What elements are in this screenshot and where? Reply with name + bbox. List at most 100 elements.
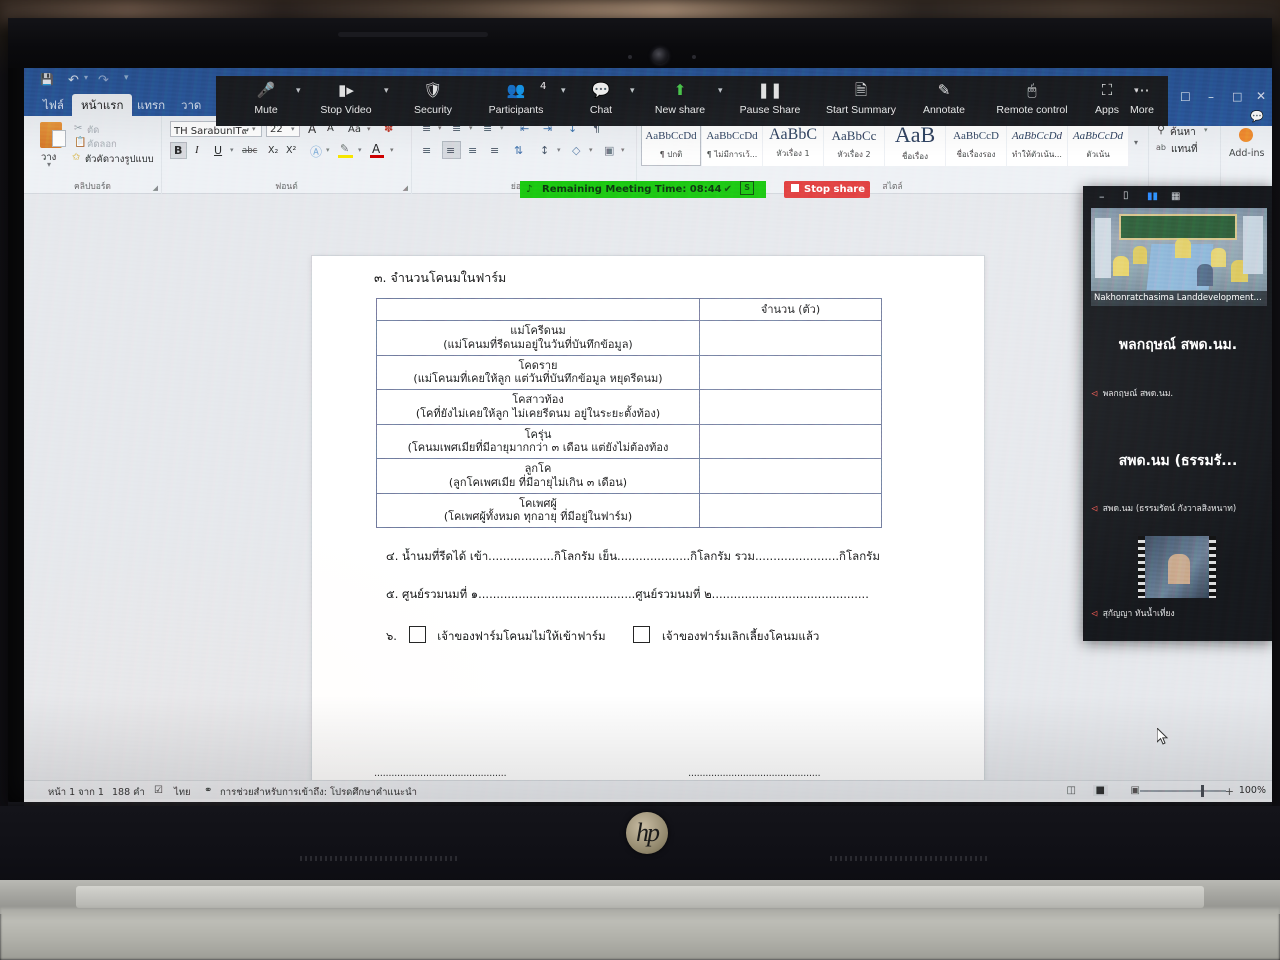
status-language[interactable]: ไทย xyxy=(174,785,191,800)
customize-qat-icon[interactable]: ▾ xyxy=(124,73,129,83)
speaker-view-icon[interactable]: ▮▮ xyxy=(1147,191,1158,202)
chevron-down-icon[interactable]: ▾ xyxy=(718,86,723,96)
record-badge[interactable]: S xyxy=(740,181,754,195)
read-mode-icon[interactable]: ◫ xyxy=(1067,785,1076,796)
addins-icon[interactable] xyxy=(1239,128,1253,142)
superscript-button[interactable]: X² xyxy=(286,145,296,156)
format-painter-label[interactable]: ตัวคัดวางรูปแบบ xyxy=(85,152,154,167)
zoom-annotate-button[interactable]: ✎ Annotate xyxy=(908,80,980,116)
row-value[interactable] xyxy=(699,389,882,425)
save-icon[interactable]: 💾 xyxy=(40,73,54,86)
align-left-icon[interactable]: ≡ xyxy=(422,144,431,157)
row-value[interactable] xyxy=(699,458,882,494)
status-page[interactable]: หน้า 1 จาก 1 xyxy=(48,785,104,800)
style-subtle-emphasis[interactable]: AaBbCcDd ทำให้ตัวเน้น... xyxy=(1007,120,1067,166)
text-effects-icon[interactable]: Ⓐ xyxy=(310,143,322,160)
replace-icon[interactable]: ab xyxy=(1156,143,1166,152)
style-subtitle[interactable]: AaBbCcD ชื่อเรื่องรอง xyxy=(946,120,1006,166)
format-painter-icon[interactable]: ✩ xyxy=(72,152,80,163)
proofing-icon[interactable]: ☑ xyxy=(154,785,163,796)
ribbon-display-options-icon[interactable]: ☐ xyxy=(1180,90,1191,104)
close-icon[interactable]: ✕ xyxy=(1256,89,1266,103)
shading-icon[interactable]: ◇ xyxy=(572,144,580,157)
style-emphasis[interactable]: AaBbCcDd ตัวเน้น xyxy=(1068,120,1128,166)
zoom-startsummary-button[interactable]: 🗎 Start Summary xyxy=(816,80,906,116)
replace-label[interactable]: แทนที่ xyxy=(1171,142,1197,157)
zoom-slider-knob[interactable] xyxy=(1201,785,1204,797)
chevron-down-icon[interactable]: ▾ xyxy=(561,86,566,96)
strikethrough-button[interactable]: abc xyxy=(242,146,257,156)
tab-draw[interactable]: วาด xyxy=(172,94,210,116)
font-color-dropdown-icon[interactable]: ▾ xyxy=(390,146,394,154)
row-value[interactable] xyxy=(699,492,882,528)
cut-icon[interactable]: ✂ xyxy=(74,123,82,134)
restore-icon[interactable]: ▯ xyxy=(1123,190,1129,201)
restore-icon[interactable]: □ xyxy=(1232,90,1242,103)
line-spacing-icon[interactable]: ⇅ xyxy=(514,144,523,157)
font-dialog-launcher-icon[interactable]: ◢ xyxy=(403,184,408,192)
justify-icon[interactable]: ≡ xyxy=(490,144,499,157)
zoom-pauseshare-button[interactable]: ❚❚ Pause Share xyxy=(730,80,810,116)
style-normal[interactable]: AaBbCcDd ¶ ปกติ xyxy=(641,120,701,166)
chevron-down-icon[interactable]: ▾ xyxy=(384,86,389,96)
zoom-stopvideo-button[interactable]: ▮▸ Stop Video xyxy=(310,80,382,116)
checkbox-option-2[interactable] xyxy=(633,626,651,643)
style-title[interactable]: AaB ชื่อเรื่อง xyxy=(885,120,945,166)
zoom-remotecontrol-button[interactable]: 🖱 Remote control xyxy=(982,80,1082,116)
document-page[interactable]: ๓. จำนวนโคนมในฟาร์ม จำนวน (ตัว) แม่โครีด… xyxy=(312,256,984,780)
row-value[interactable] xyxy=(699,423,882,459)
align-right-icon[interactable]: ≡ xyxy=(468,144,477,157)
shading-dropdown-icon[interactable]: ▾ xyxy=(589,146,593,154)
highlight-dropdown-icon[interactable]: ▾ xyxy=(358,146,362,154)
style-no-spacing[interactable]: AaBbCcDd ¶ ไม่มีการเว้... xyxy=(702,120,762,166)
tab-insert[interactable]: แทรก xyxy=(128,94,174,116)
text-effects-dropdown-icon[interactable]: ▾ xyxy=(326,146,330,154)
paragraph-spacing-icon[interactable]: ↕ xyxy=(540,144,549,157)
underline-button[interactable]: U xyxy=(214,144,222,157)
highlight-color-swatch[interactable] xyxy=(338,155,353,158)
highlight-icon[interactable]: ✎ xyxy=(340,142,349,155)
cut-label[interactable]: ตัด xyxy=(87,123,99,138)
stop-share-button[interactable]: Stop share xyxy=(784,181,870,198)
gallery-view-icon[interactable]: ▦ xyxy=(1171,191,1180,202)
subscript-button[interactable]: X₂ xyxy=(268,145,278,156)
underline-dropdown-icon[interactable]: ▾ xyxy=(230,146,234,154)
font-color-swatch[interactable] xyxy=(370,155,384,158)
style-heading-1[interactable]: AaBbC หัวเรื่อง 1 xyxy=(763,120,823,166)
change-case-dropdown-icon[interactable]: ▾ xyxy=(367,125,371,133)
addins-label[interactable]: Add-ins xyxy=(1229,148,1264,159)
row-value[interactable] xyxy=(699,354,882,390)
copy-label[interactable]: คัดลอก xyxy=(87,137,117,152)
zoom-slider[interactable] xyxy=(1140,790,1226,792)
font-name-dropdown-icon[interactable]: ▾ xyxy=(252,125,256,133)
chevron-down-icon[interactable]: ▾ xyxy=(296,86,301,96)
find-dropdown-icon[interactable]: ▾ xyxy=(1204,126,1208,134)
video-tile-secondary[interactable] xyxy=(1138,536,1216,598)
zoom-chat-button[interactable]: 💬 Chat xyxy=(574,80,628,116)
participant-row-2[interactable]: ⏿ สพด.นม (ธรรมรัตน์ กังวาลสิงหนาท) xyxy=(1091,501,1236,515)
zoom-more-button[interactable]: ⋯ More xyxy=(1114,80,1170,116)
chevron-down-icon[interactable]: ▾ xyxy=(630,86,635,96)
zoom-security-button[interactable]: 🛡 Security xyxy=(400,80,466,116)
tab-file[interactable]: ไฟล์ xyxy=(34,94,73,116)
paragraph-spacing-dropdown-icon[interactable]: ▾ xyxy=(557,146,561,154)
participant-row-3[interactable]: ⏿ สุกัญญา ทันน้ำเที่ยง xyxy=(1091,606,1175,620)
font-color-icon[interactable]: A xyxy=(372,142,380,156)
zoom-level[interactable]: 100% xyxy=(1239,785,1266,796)
undo-dropdown-icon[interactable]: ▾ xyxy=(84,73,88,82)
find-label[interactable]: ค้นหา xyxy=(1170,125,1196,140)
tab-home[interactable]: หน้าแรก xyxy=(72,94,133,116)
borders-icon[interactable]: ▣ xyxy=(604,144,614,157)
row-value[interactable] xyxy=(699,320,882,356)
zoom-in-icon[interactable]: + xyxy=(1225,785,1234,798)
zoom-newshare-button[interactable]: ⬆ New share xyxy=(644,80,716,116)
checkbox-option-1[interactable] xyxy=(408,626,426,643)
borders-dropdown-icon[interactable]: ▾ xyxy=(621,146,625,154)
redo-icon[interactable]: ↷ xyxy=(98,73,109,88)
minimize-icon[interactable]: – xyxy=(1099,190,1105,203)
shield-check-icon[interactable]: ✔ xyxy=(724,181,732,198)
italic-button[interactable]: I xyxy=(195,144,199,156)
minimize-icon[interactable]: – xyxy=(1208,90,1214,104)
comments-icon[interactable]: 💬 xyxy=(1250,110,1264,123)
accessibility-icon[interactable]: ⚭ xyxy=(204,785,212,796)
